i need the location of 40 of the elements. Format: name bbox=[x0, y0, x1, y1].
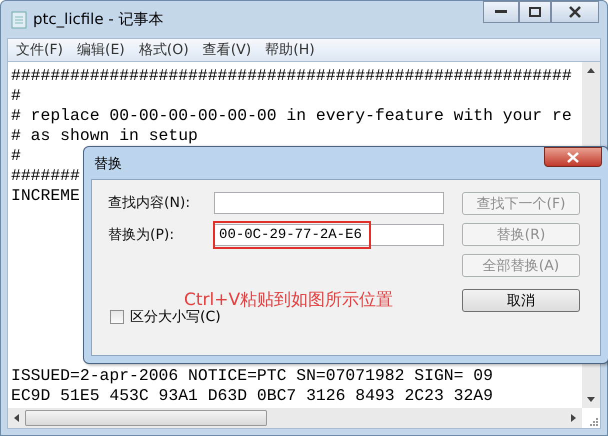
text-line: INCREME bbox=[11, 186, 80, 206]
close-button[interactable] bbox=[544, 147, 602, 167]
field-label: 查找内容(N): bbox=[108, 194, 192, 212]
scroll-down-icon bbox=[587, 397, 595, 402]
text-line: # as shown in setup bbox=[11, 126, 198, 146]
resize-grip-icon[interactable] bbox=[588, 416, 598, 426]
menu-item[interactable]: 查看(V) bbox=[202, 41, 252, 59]
close-icon bbox=[567, 152, 579, 162]
notepad-icon bbox=[11, 10, 27, 28]
menu-item[interactable]: 文件(F) bbox=[16, 41, 63, 59]
text-line: ####### bbox=[11, 166, 80, 186]
text-line: # bbox=[11, 146, 21, 166]
close-button[interactable] bbox=[551, 1, 599, 23]
text-line: # replace 00-00-00-00-00-00 in every-feature with your re bbox=[11, 106, 572, 126]
minimize-icon bbox=[495, 10, 507, 14]
scroll-right-icon bbox=[571, 414, 576, 422]
maximize-button[interactable] bbox=[519, 1, 551, 23]
text-line: EC9D 51E5 453C 93A1 D63D 0BC7 3126 8493 2C23 32A9 bbox=[11, 386, 493, 406]
field-label: 替换为(P): bbox=[108, 226, 176, 244]
menu-item[interactable]: 格式(O) bbox=[138, 41, 189, 59]
input-field[interactable] bbox=[214, 192, 444, 214]
scroll-up-icon bbox=[587, 68, 595, 73]
menu-item[interactable]: 编辑(E) bbox=[76, 41, 125, 59]
maximize-icon bbox=[529, 7, 541, 17]
annotation-text: Ctrl+V粘贴到如图所示位置 bbox=[184, 289, 394, 310]
checkbox-label: 区分大小写(C) bbox=[130, 308, 221, 326]
scroll-left-icon bbox=[14, 414, 19, 422]
text-line: ISSUED=2-apr-2006 NOTICE=PTC SN=07071982 SIGN= 09 bbox=[11, 366, 493, 386]
text-line: ######################################################### bbox=[11, 66, 572, 86]
close-icon bbox=[569, 6, 581, 18]
checkbox[interactable] bbox=[110, 310, 124, 324]
text-line: # bbox=[11, 86, 21, 106]
scroll-thumb[interactable] bbox=[25, 410, 267, 426]
dialog-title: 替换 bbox=[93, 155, 123, 173]
window-title: ptc_licfile - 记事本 bbox=[33, 10, 165, 29]
horizontal-scrollbar[interactable] bbox=[8, 408, 582, 428]
minimize-button[interactable] bbox=[483, 1, 519, 23]
input-field[interactable]: 00-0C-29-77-2A-E6 bbox=[214, 224, 444, 246]
dialog-button[interactable]: 取消 bbox=[462, 289, 580, 312]
menu-item[interactable]: 帮助(H) bbox=[265, 41, 315, 59]
